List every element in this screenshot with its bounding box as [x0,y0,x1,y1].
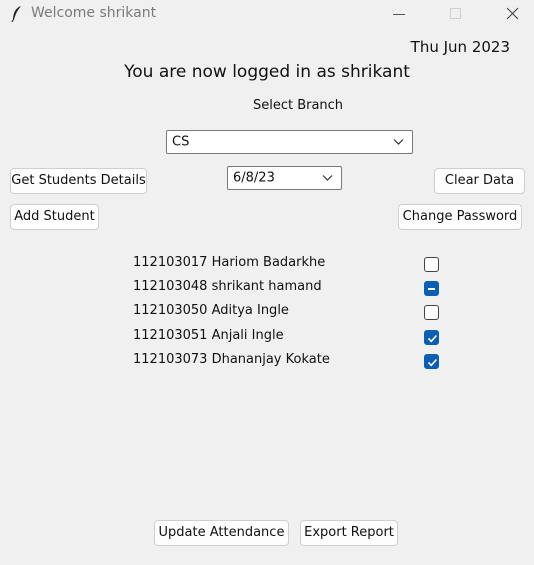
attendance-checkbox[interactable] [424,330,439,345]
window-title: Welcome shrikant [31,5,157,21]
attendance-checkbox[interactable] [424,305,439,320]
update-attendance-button[interactable]: Update Attendance [154,520,289,546]
student-label: 112103048 shrikant hamand [133,279,322,294]
attendance-checkbox[interactable] [424,257,439,272]
student-label: 112103050 Aditya Ingle [133,303,289,318]
close-button[interactable] [490,0,534,28]
close-icon [506,7,519,20]
branch-value: CS [172,134,190,150]
student-label: 112103017 Hariom Badarkhe [133,255,326,270]
logged-in-message: You are now logged in as shrikant [124,62,410,82]
attendance-checkbox[interactable] [424,354,439,369]
select-branch-label: Select Branch [252,98,344,113]
change-password-button[interactable]: Change Password [398,204,522,230]
attendance-checkbox[interactable] [424,281,439,296]
chevron-down-icon [393,139,404,145]
branch-select[interactable]: CS [166,130,413,154]
export-report-button[interactable]: Export Report [300,520,398,546]
student-label: 112103073 Dhananjay Kokate [133,352,330,367]
clear-data-button[interactable]: Clear Data [434,168,525,194]
date-value: 6/8/23 [233,170,275,186]
title-bar: Welcome shrikant [0,0,534,28]
date-picker[interactable]: 6/8/23 [227,166,342,190]
get-students-details-button[interactable]: Get Students Details [10,168,147,194]
checkmark-icon [427,358,438,367]
chevron-down-icon [322,175,333,181]
minimize-button[interactable] [377,0,421,28]
date-label: Thu Jun 2023 [410,38,510,56]
student-label: 112103051 Anjali Ingle [133,328,284,343]
add-student-button[interactable]: Add Student [10,204,99,230]
maximize-button[interactable] [433,0,477,28]
feather-icon [11,6,21,23]
checkmark-icon [427,334,438,343]
